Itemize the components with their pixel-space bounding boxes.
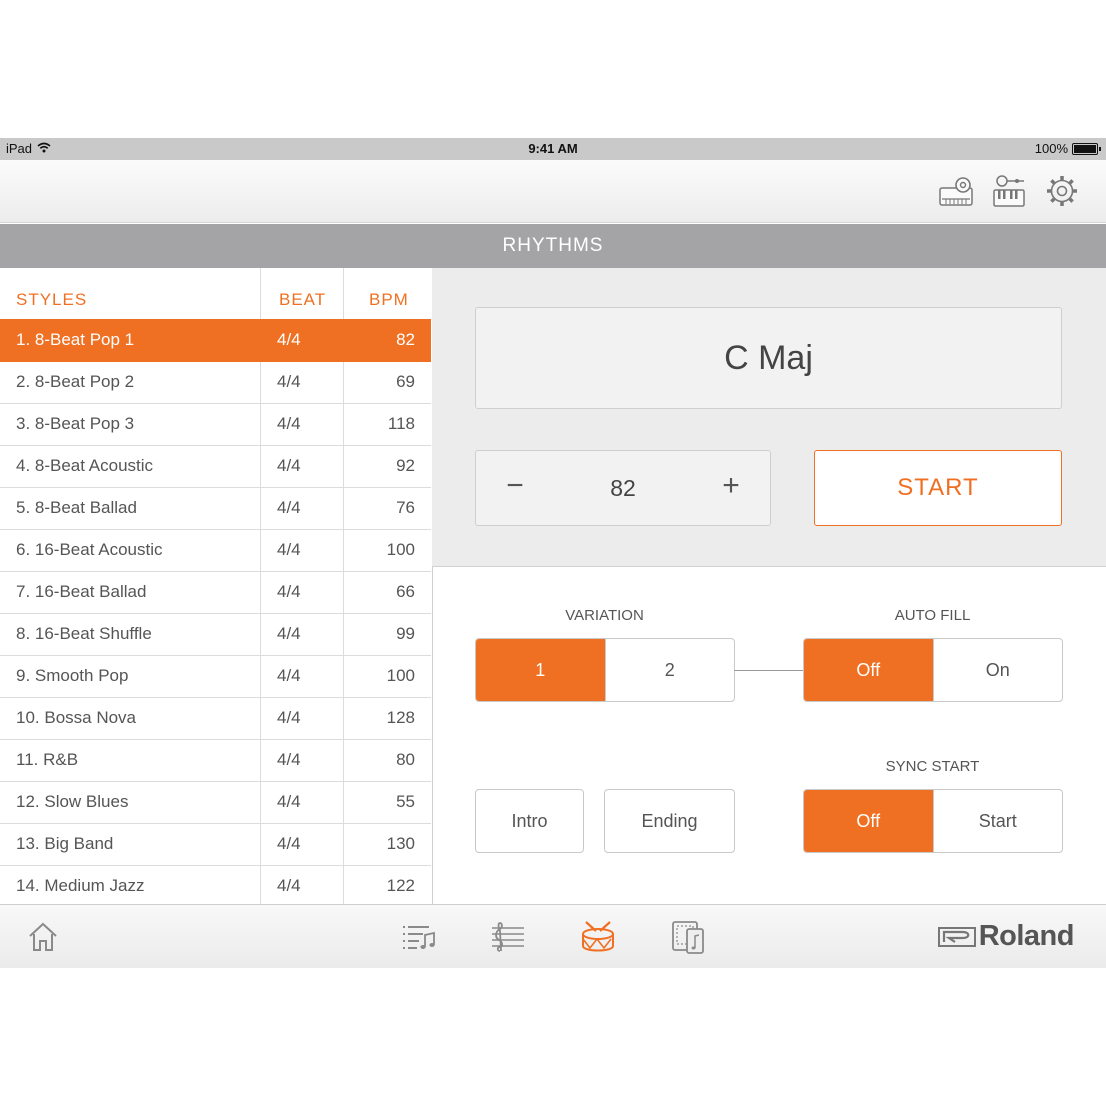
variation-option-2[interactable]: 2 xyxy=(604,639,735,701)
style-name: 8. 16-Beat Shuffle xyxy=(16,624,152,643)
style-bpm: 99 xyxy=(396,624,415,643)
style-name: 13. Big Band xyxy=(16,834,114,853)
style-beat: 4/4 xyxy=(277,666,301,685)
bottom-nav: Roland xyxy=(0,904,1106,968)
tablet-score-icon[interactable] xyxy=(668,917,708,957)
style-beat: 4/4 xyxy=(277,624,301,643)
keyboard-settings-icon[interactable] xyxy=(937,172,975,210)
style-bpm: 55 xyxy=(396,792,415,811)
style-beat: 4/4 xyxy=(277,372,301,391)
section-title: RHYTHMS xyxy=(0,224,1106,268)
style-row[interactable]: 3. 8-Beat Pop 3 4/4 118 xyxy=(0,403,431,446)
style-row[interactable]: 14. Medium Jazz 4/4 122 xyxy=(0,865,431,904)
status-bar: iPad 9:41 AM 100% xyxy=(0,138,1106,160)
brand-name: Roland xyxy=(978,920,1075,952)
style-name: 6. 16-Beat Acoustic xyxy=(16,540,163,559)
style-bpm: 130 xyxy=(386,834,415,853)
chord-display: C Maj xyxy=(475,307,1062,409)
style-beat: 4/4 xyxy=(277,456,301,475)
battery-percent: 100% xyxy=(1034,141,1068,156)
ending-button[interactable]: Ending xyxy=(604,789,735,853)
auto-fill-off[interactable]: Off xyxy=(804,639,933,701)
style-row[interactable]: 5. 8-Beat Ballad 4/4 76 xyxy=(0,487,431,530)
style-beat: 4/4 xyxy=(277,540,301,559)
style-row[interactable]: 4. 8-Beat Acoustic 4/4 92 xyxy=(0,445,431,488)
variation-segmented-control: 1 2 xyxy=(475,638,735,702)
gear-icon[interactable] xyxy=(1043,172,1081,210)
auto-fill-on[interactable]: On xyxy=(932,639,1063,701)
style-row[interactable]: 11. R&B 4/4 80 xyxy=(0,739,431,782)
tempo-increase-button[interactable]: + xyxy=(711,469,751,503)
header-beat[interactable]: BEAT xyxy=(279,290,326,310)
top-toolbar xyxy=(0,160,1106,223)
style-beat: 4/4 xyxy=(277,498,301,517)
sync-start-off[interactable]: Off xyxy=(804,790,933,852)
variation-option-1[interactable]: 1 xyxy=(476,639,605,701)
variation-label: VARIATION xyxy=(565,607,644,624)
style-name: 11. R&B xyxy=(16,750,79,769)
style-name: 5. 8-Beat Ballad xyxy=(16,498,137,517)
style-row[interactable]: 10. Bossa Nova 4/4 128 xyxy=(0,697,431,740)
style-bpm: 76 xyxy=(396,498,415,517)
auto-fill-segmented-control: Off On xyxy=(803,638,1063,702)
sync-start-start[interactable]: Start xyxy=(932,790,1063,852)
style-name: 1. 8-Beat Pop 1 xyxy=(16,330,135,349)
header-bpm[interactable]: BPM xyxy=(369,290,409,310)
playlist-icon[interactable] xyxy=(398,917,438,957)
rhythm-style-list: STYLES BEAT BPM 1. 8-Beat Pop 1 4/4 82 2. 8… xyxy=(0,268,433,904)
auto-fill-label: AUTO FILL xyxy=(894,607,971,624)
sync-start-segmented-control: Off Start xyxy=(803,789,1063,853)
style-row[interactable]: 1. 8-Beat Pop 1 4/4 82 xyxy=(0,319,431,362)
sync-start-label: SYNC START xyxy=(885,758,980,775)
style-beat: 4/4 xyxy=(277,414,301,433)
score-icon[interactable] xyxy=(488,917,528,957)
instrument-settings-icon[interactable] xyxy=(990,172,1028,210)
battery-icon xyxy=(1072,142,1101,155)
tempo-stepper: − 82 + xyxy=(475,450,771,526)
style-bpm: 122 xyxy=(386,876,415,895)
style-bpm: 100 xyxy=(386,540,415,559)
style-beat: 4/4 xyxy=(277,876,301,895)
style-bpm: 66 xyxy=(396,582,415,601)
connector-line xyxy=(734,670,804,671)
style-beat: 4/4 xyxy=(277,708,301,727)
drum-icon[interactable] xyxy=(578,917,618,957)
header-styles[interactable]: STYLES xyxy=(16,290,87,310)
style-bpm: 92 xyxy=(396,456,415,475)
style-name: 14. Medium Jazz xyxy=(16,876,145,895)
style-bpm: 100 xyxy=(386,666,415,685)
style-beat: 4/4 xyxy=(277,330,301,349)
style-bpm: 80 xyxy=(396,750,415,769)
style-name: 7. 16-Beat Ballad xyxy=(16,582,147,601)
style-name: 3. 8-Beat Pop 3 xyxy=(16,414,135,433)
style-bpm: 118 xyxy=(387,414,415,433)
style-name: 2. 8-Beat Pop 2 xyxy=(16,372,135,391)
style-row[interactable]: 9. Smooth Pop 4/4 100 xyxy=(0,655,431,698)
style-name: 10. Bossa Nova xyxy=(16,708,137,727)
style-row[interactable]: 8. 16-Beat Shuffle 4/4 99 xyxy=(0,613,431,656)
style-row[interactable]: 12. Slow Blues 4/4 55 xyxy=(0,781,431,824)
style-row[interactable]: 13. Big Band 4/4 130 xyxy=(0,823,431,866)
style-beat: 4/4 xyxy=(277,750,301,769)
style-beat: 4/4 xyxy=(277,834,301,853)
style-beat: 4/4 xyxy=(277,792,301,811)
style-name: 4. 8-Beat Acoustic xyxy=(16,456,154,475)
style-row[interactable]: 2. 8-Beat Pop 2 4/4 69 xyxy=(0,361,431,404)
style-row[interactable]: 7. 16-Beat Ballad 4/4 66 xyxy=(0,571,431,614)
style-bpm: 82 xyxy=(396,330,415,349)
start-button[interactable]: START xyxy=(814,450,1062,526)
clock: 9:41 AM xyxy=(528,141,578,156)
style-bpm: 128 xyxy=(386,708,415,727)
intro-button[interactable]: Intro xyxy=(475,789,584,853)
home-icon[interactable] xyxy=(23,917,63,957)
style-row[interactable]: 6. 16-Beat Acoustic 4/4 100 xyxy=(0,529,431,572)
style-name: 9. Smooth Pop xyxy=(16,666,129,685)
style-beat: 4/4 xyxy=(277,582,301,601)
roland-logo: Roland xyxy=(937,920,1075,953)
style-name: 12. Slow Blues xyxy=(16,792,129,811)
style-bpm: 69 xyxy=(396,372,415,391)
